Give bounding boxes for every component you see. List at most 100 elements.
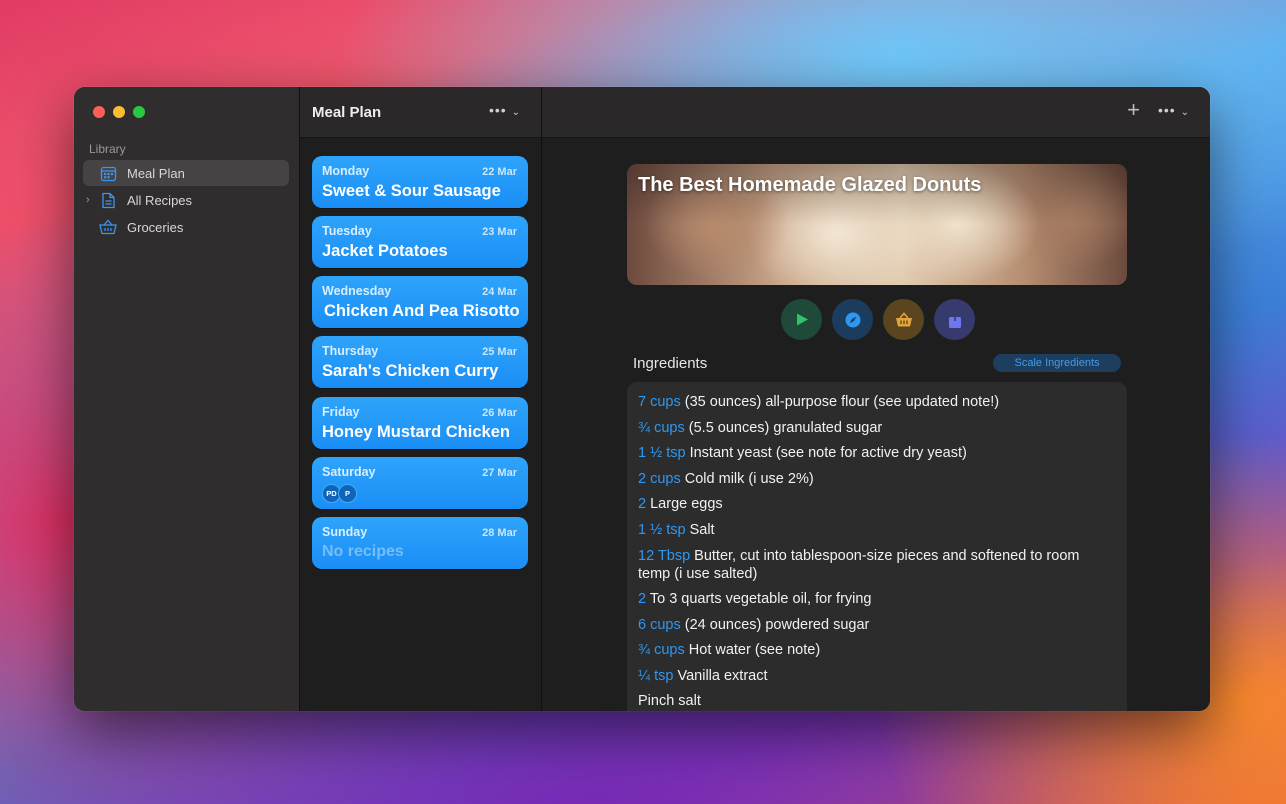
day-name: Wednesday (322, 284, 392, 298)
day-date: 25 Mar (482, 346, 517, 358)
avatar-group: PD P (322, 484, 357, 503)
day-recipe[interactable]: Sweet & Sour Sausage (322, 182, 501, 201)
day-recipe[interactable]: Sarah's Chicken Curry (322, 362, 498, 381)
calendar-icon (99, 164, 117, 182)
recipe-actions (781, 299, 975, 340)
ingredient-text: Large eggs (646, 496, 723, 512)
day-card-saturday[interactable]: Saturday 27 Mar PD P (312, 457, 528, 509)
ingredient-item: 12 Tbsp Butter, cut into tablespoon-size… (638, 547, 1108, 583)
ingredient-quantity: 2 cups (638, 471, 681, 487)
day-recipe[interactable]: Honey Mustard Chicken (322, 423, 510, 442)
ingredient-quantity: ¾ cups (638, 420, 685, 436)
ingredient-quantity: 1 ½ tsp (638, 522, 686, 538)
day-recipe[interactable]: Jacket Potatoes (322, 242, 448, 261)
ingredient-item: 1 ½ tsp Salt (638, 521, 1108, 539)
ingredient-quantity: 6 cups (638, 617, 681, 633)
more-options-button[interactable]: ••• ⌄ (1158, 102, 1190, 118)
scale-ingredients-button[interactable]: Scale Ingredients (993, 354, 1121, 372)
day-card-sunday[interactable]: Sunday 28 Mar No recipes (312, 517, 528, 569)
ingredient-text: Hot water (see note) (684, 642, 821, 658)
ingredient-item: ¼ tsp Vanilla extract (638, 667, 1108, 685)
basket-icon (99, 218, 117, 236)
library-section-label: Library (89, 142, 126, 156)
day-name: Friday (322, 405, 360, 419)
chevron-right-icon[interactable]: › (86, 194, 90, 206)
share-button[interactable] (934, 299, 975, 340)
meal-plan-header: Meal Plan ••• ⌄ (300, 87, 541, 138)
add-icon[interactable]: + (1127, 99, 1140, 121)
ingredients-heading: Ingredients (633, 355, 708, 372)
sidebar-item-meal-plan[interactable]: Meal Plan (83, 160, 289, 186)
day-date: 26 Mar (482, 407, 517, 419)
day-name: Saturday (322, 465, 376, 479)
detail-header: + ••• ⌄ (542, 87, 1210, 138)
ingredient-item: ¾ cups Hot water (see note) (638, 641, 1108, 659)
day-date: 23 Mar (482, 226, 517, 238)
day-card-wednesday[interactable]: Wednesday 24 Mar Chicken And Pea Risotto (312, 276, 528, 328)
empty-placeholder: No recipes (322, 543, 404, 560)
recipe-hero-image: The Best Homemade Glazed Donuts (627, 164, 1127, 285)
day-date: 27 Mar (482, 467, 517, 479)
ingredient-item: 2 To 3 quarts vegetable oil, for frying (638, 590, 1108, 608)
play-icon (796, 313, 808, 326)
ingredient-text: (24 ounces) powdered sugar (680, 617, 870, 633)
sidebar-item-all-recipes[interactable]: › All Recipes (83, 187, 289, 213)
ingredient-quantity: 1 ½ tsp (638, 445, 686, 461)
ingredient-text: Cold milk (i use 2%) (680, 471, 814, 487)
window-controls (93, 106, 145, 118)
ingredient-text: (5.5 ounces) granulated sugar (684, 420, 883, 436)
day-card-monday[interactable]: Monday 22 Mar Sweet & Sour Sausage (312, 156, 528, 208)
day-date: 22 Mar (482, 166, 517, 178)
ingredient-item: 2 cups Cold milk (i use 2%) (638, 470, 1108, 488)
day-card-thursday[interactable]: Thursday 25 Mar Sarah's Chicken Curry (312, 336, 528, 388)
day-name: Tuesday (322, 224, 372, 238)
recipe-detail: + ••• ⌄ The Best Homemade Glazed Donuts (542, 87, 1210, 711)
sidebar-item-groceries[interactable]: Groceries (83, 214, 289, 240)
app-window: Library Meal Plan › All Recipes Grocerie… (74, 87, 1210, 711)
avatar[interactable]: P (338, 484, 357, 503)
document-icon (99, 191, 117, 209)
chevron-down-icon: ⌄ (1180, 107, 1190, 118)
day-name: Thursday (322, 344, 379, 358)
day-recipe[interactable]: Chicken And Pea Risotto (324, 302, 520, 321)
ellipsis-icon: ••• (1158, 102, 1176, 118)
ingredient-quantity: 2 (638, 591, 647, 607)
ingredient-text: Vanilla extract (673, 668, 768, 684)
sidebar-item-label: All Recipes (127, 192, 193, 208)
ingredient-item: 2 Large eggs (638, 495, 1108, 513)
day-date: 24 Mar (482, 286, 517, 298)
ellipsis-icon: ••• (489, 102, 507, 118)
ingredient-quantity: 12 Tbsp (638, 548, 691, 564)
play-button[interactable] (781, 299, 822, 340)
close-window-button[interactable] (93, 106, 105, 118)
minimize-window-button[interactable] (113, 106, 125, 118)
open-in-browser-button[interactable] (832, 299, 873, 340)
ingredient-quantity: ¼ tsp (638, 668, 674, 684)
ingredient-item: ¾ cups (5.5 ounces) granulated sugar (638, 419, 1108, 437)
sidebar: Library Meal Plan › All Recipes Grocerie… (74, 87, 300, 711)
add-to-groceries-button[interactable] (883, 299, 924, 340)
ingredient-text: (35 ounces) all-purpose flour (see updat… (680, 394, 1000, 410)
recipe-title: The Best Homemade Glazed Donuts (638, 174, 982, 196)
day-card-tuesday[interactable]: Tuesday 23 Mar Jacket Potatoes (312, 216, 528, 268)
chevron-down-icon: ⌄ (511, 107, 521, 118)
more-options-button[interactable]: ••• ⌄ (489, 102, 521, 118)
meal-plan-column: Meal Plan ••• ⌄ Monday 22 Mar Sweet & So… (300, 87, 542, 711)
ingredients-panel: 7 cups (35 ounces) all-purpose flour (se… (627, 382, 1127, 711)
share-icon (948, 310, 961, 328)
sidebar-item-label: Meal Plan (127, 165, 185, 181)
zoom-window-button[interactable] (133, 106, 145, 118)
ingredient-item: 1 ½ tsp Instant yeast (see note for acti… (638, 444, 1108, 462)
ingredient-quantity: 7 cups (638, 394, 681, 410)
ingredient-quantity: 2 (638, 496, 647, 512)
day-name: Monday (322, 164, 370, 178)
ingredient-text: Pinch salt (638, 693, 701, 709)
ingredient-text: Instant yeast (see note for active dry y… (685, 445, 967, 461)
day-name: Sunday (322, 525, 368, 539)
day-date: 28 Mar (482, 527, 517, 539)
basket-icon (895, 311, 912, 326)
sidebar-item-label: Groceries (127, 219, 184, 235)
page-title: Meal Plan (312, 104, 382, 121)
day-card-friday[interactable]: Friday 26 Mar Honey Mustard Chicken (312, 397, 528, 449)
ingredient-text: To 3 quarts vegetable oil, for frying (646, 591, 872, 607)
